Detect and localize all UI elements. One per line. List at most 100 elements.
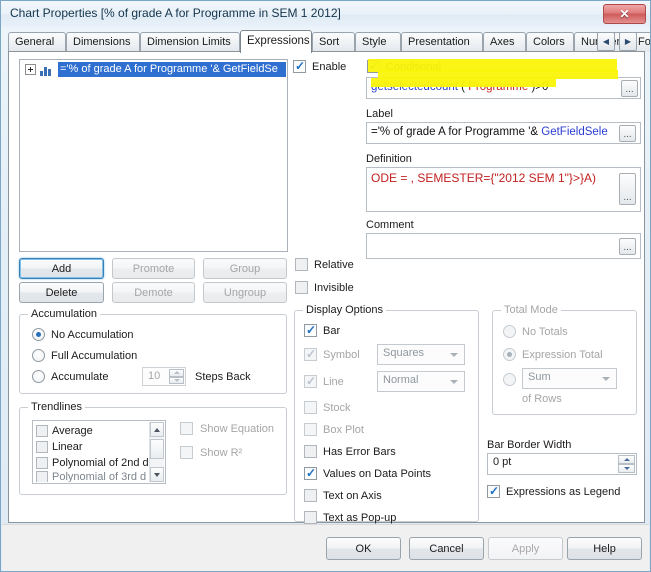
steps-back-decrement[interactable] [169, 376, 184, 384]
text-as-popup-checkbox[interactable] [304, 511, 317, 524]
line-checkbox: ✓ [304, 374, 317, 388]
checkbox-icon[interactable] [36, 457, 48, 469]
check-icon: ✓ [306, 347, 317, 361]
radio-full-accumulation[interactable] [32, 349, 45, 362]
bar-border-width-decrement[interactable] [618, 464, 635, 473]
tab-expressions[interactable]: Expressions [240, 30, 312, 53]
display-options-group: Display Options ✓ Bar ✓ Symbol Squares ✓… [294, 304, 479, 524]
definition-field-caption: Definition [366, 153, 412, 165]
expand-plus-icon[interactable] [25, 64, 36, 75]
conditional-input[interactable]: getselectedcount ( Programme )>0 ... [366, 77, 641, 99]
conditional-browse-button[interactable]: ... [621, 80, 638, 97]
enable-checkbox[interactable]: ✓ [293, 59, 306, 73]
chart-properties-dialog: Chart Properties [% of grade A for Progr… [0, 0, 651, 572]
trendlines-list[interactable]: Average Linear Polynomial of 2nd d Polyn… [32, 420, 166, 484]
cancel-button[interactable]: Cancel [409, 537, 484, 560]
values-on-data-points-checkbox[interactable]: ✓ [304, 466, 317, 480]
tab-sort[interactable]: Sort [312, 32, 355, 52]
label-field-caption: Label [366, 108, 393, 120]
steps-back-increment[interactable] [169, 369, 184, 377]
radio-no-accumulation[interactable] [32, 328, 45, 341]
comment-input[interactable]: ... [366, 233, 641, 259]
tab-axes[interactable]: Axes [483, 32, 526, 52]
radio-aggregation [503, 373, 516, 386]
enable-label: Enable [312, 61, 347, 73]
promote-button: Promote [112, 258, 195, 279]
box-plot-checkbox [304, 423, 317, 436]
checkbox-icon[interactable] [36, 425, 48, 437]
show-r2-checkbox [180, 446, 193, 459]
tab-presentation[interactable]: Presentation [401, 32, 483, 52]
radio-expression-total [503, 348, 516, 361]
label-browse-button[interactable]: ... [619, 125, 636, 142]
of-rows-label: of Rows [522, 393, 562, 405]
text-on-axis-label: Text on Axis [323, 490, 382, 502]
checkbox-icon[interactable] [36, 441, 48, 453]
box-plot-label: Box Plot [323, 424, 364, 436]
has-error-bars-label: Has Error Bars [323, 446, 396, 458]
tab-colors[interactable]: Colors [526, 32, 574, 52]
close-button[interactable]: ✕ [603, 4, 646, 24]
expression-list[interactable]: ='% of grade A for Programme '& GetField… [19, 59, 288, 252]
checkbox-icon[interactable] [36, 471, 48, 482]
tab-scroll-left-button[interactable]: ◀ [597, 32, 615, 51]
tab-dimensions[interactable]: Dimensions [66, 32, 140, 52]
add-button[interactable]: Add [19, 258, 104, 279]
label-value: ='% of grade A for Programme '& GetField… [371, 126, 608, 138]
invisible-checkbox[interactable] [295, 281, 308, 294]
bar-chart-icon [40, 64, 54, 76]
label-input[interactable]: ='% of grade A for Programme '& GetField… [366, 122, 641, 144]
aggregation-combo: Sum [522, 368, 617, 389]
expressions-as-legend-label: Expressions as Legend [506, 486, 621, 498]
check-icon: ✓ [306, 323, 317, 337]
accumulation-group-title: Accumulation [28, 308, 101, 320]
chevron-down-icon [450, 379, 458, 384]
check-icon: ✓ [295, 59, 306, 73]
stock-label: Stock [323, 402, 351, 414]
tab-dimension-limits[interactable]: Dimension Limits [140, 32, 240, 52]
tab-style[interactable]: Style [355, 32, 401, 52]
bar-border-width-increment[interactable] [618, 455, 635, 464]
definition-value: ODE = , SEMESTER={"2012 SEM 1"}>}A) [371, 171, 596, 185]
relative-checkbox[interactable] [295, 258, 308, 271]
line-combo: Normal [377, 371, 465, 392]
scroll-down-button[interactable] [150, 467, 164, 482]
radio-no-totals-label: No Totals [522, 326, 568, 338]
scroll-up-button[interactable] [150, 422, 164, 437]
trendline-item-poly3[interactable]: Polynomial of 3rd d [36, 471, 146, 482]
ok-button[interactable]: OK [326, 537, 401, 560]
has-error-bars-checkbox[interactable] [304, 445, 317, 458]
trendlines-scrollbar[interactable] [149, 422, 164, 482]
comment-field-caption: Comment [366, 219, 414, 231]
comment-browse-button[interactable]: ... [619, 238, 636, 255]
chevron-left-icon: ◀ [602, 37, 610, 46]
radio-accumulate[interactable] [32, 370, 45, 383]
bar-checkbox[interactable]: ✓ [304, 323, 317, 337]
delete-button[interactable]: Delete [19, 282, 104, 303]
expressions-as-legend-checkbox[interactable]: ✓ [487, 484, 500, 498]
show-equation-label: Show Equation [200, 423, 274, 435]
trendline-item-poly2[interactable]: Polynomial of 2nd d [36, 455, 149, 471]
tab-scroll-right-button[interactable]: ▶ [619, 32, 637, 51]
accumulation-group: Accumulation No Accumulation Full Accumu… [19, 308, 287, 394]
conditional-checkbox[interactable]: ✓ [367, 59, 380, 73]
definition-browse-button[interactable]: ... [619, 173, 636, 205]
dialog-footer: OK Cancel Apply Help [2, 524, 649, 571]
expression-list-item[interactable]: ='% of grade A for Programme '& GetField… [21, 61, 286, 78]
bar-border-width-label: Bar Border Width [487, 439, 572, 451]
bar-label: Bar [323, 325, 341, 337]
stock-checkbox [304, 401, 317, 414]
definition-input[interactable]: ODE = , SEMESTER={"2012 SEM 1"}>}A) ... [366, 167, 641, 212]
scrollbar-thumb[interactable] [150, 439, 164, 459]
check-icon: ✓ [306, 466, 317, 480]
trendline-item-linear[interactable]: Linear [36, 439, 83, 455]
chevron-right-icon: ▶ [624, 37, 632, 46]
bar-border-width-stepper[interactable]: 0 pt [487, 453, 637, 475]
text-on-axis-checkbox[interactable] [304, 489, 317, 502]
help-button[interactable]: Help [567, 537, 642, 560]
trendline-item-average[interactable]: Average [36, 423, 93, 439]
tab-general[interactable]: General [8, 32, 66, 52]
tab-strip: General Dimensions Dimension Limits Expr… [8, 30, 650, 53]
steps-back-stepper[interactable]: 10 [142, 367, 186, 386]
aggregation-combo-value: Sum [528, 371, 551, 383]
